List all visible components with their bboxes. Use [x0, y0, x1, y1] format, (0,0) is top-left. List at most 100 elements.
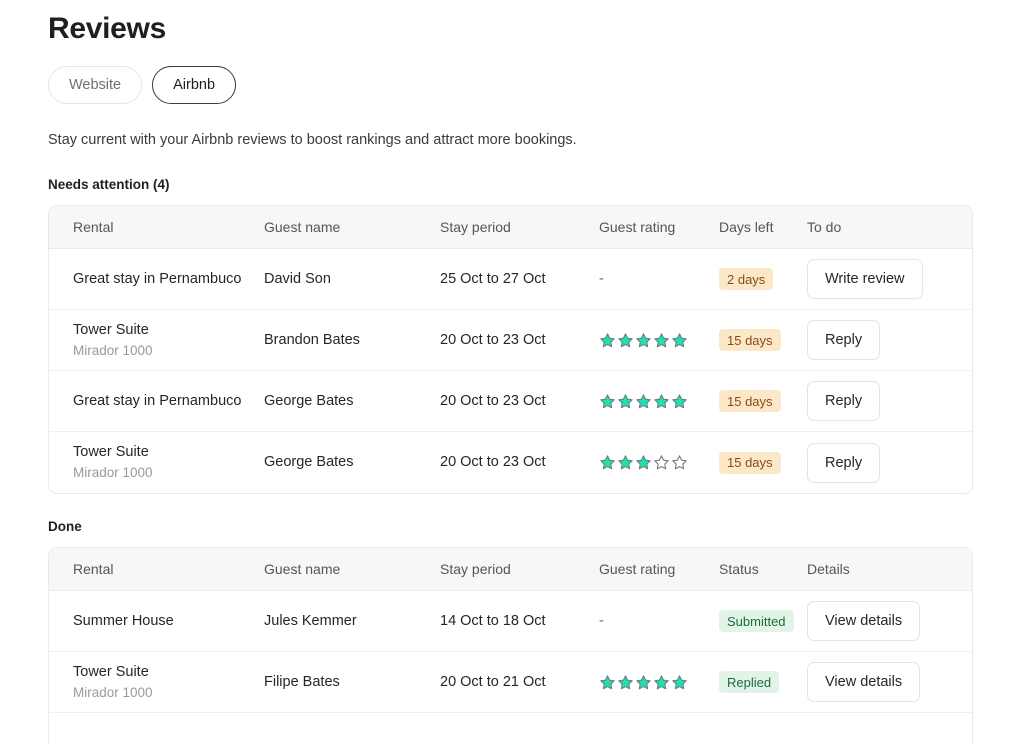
cell-action: Reply	[807, 442, 952, 483]
cell-rental: Great stay in Pernambuco	[49, 270, 264, 289]
cell-guest-name: George Bates	[264, 454, 354, 470]
cell-guest-name: George Bates	[264, 392, 354, 409]
rental-name: Tower Suite	[73, 321, 149, 338]
cell-guest-name: Jules Kemmer	[264, 612, 357, 629]
needs-attention-table: Rental Guest name Stay period Guest rati…	[48, 205, 973, 494]
cell-guest-name: David Son	[264, 270, 331, 287]
todo-button[interactable]: Reply	[807, 381, 881, 421]
done-table-header: Rental Guest name Stay period Guest rati…	[49, 548, 972, 591]
tab-airbnb[interactable]: Airbnb	[152, 66, 237, 104]
star-icon	[600, 674, 615, 689]
table-row[interactable]: Tower Suite Mirador 1000 George Bates 20 Oc…	[49, 432, 972, 493]
view-details-button[interactable]: View details	[807, 601, 921, 641]
star-icon	[672, 674, 687, 689]
cell-rental: Great stay in Pernambuco	[49, 392, 264, 411]
column-header-guest-name: Guest name	[264, 561, 341, 577]
rating-stars	[599, 393, 719, 410]
star-icon	[618, 674, 633, 689]
star-icon	[618, 393, 633, 408]
column-header-to-do: To do	[807, 219, 842, 235]
cell-rental: Tower Suite Mirador 1000	[49, 321, 264, 360]
star-icon	[654, 455, 669, 470]
page-title: Reviews	[48, 12, 166, 45]
needs-attention-table-body: Great stay in Pernambuco David Son 25 Oct …	[49, 249, 972, 493]
status-badge: 15 days	[719, 451, 781, 474]
star-icon	[654, 332, 669, 347]
page-subtitle: Stay current with your Airbnb reviews to…	[48, 132, 577, 148]
needs-attention-table-header: Rental Guest name Stay period Guest rati…	[49, 206, 972, 249]
reviews-page: Reviews Website Airbnb Stay current with…	[0, 0, 1024, 744]
table-row[interactable]: Great stay in Pernambuco George Bates 20 O…	[49, 371, 972, 432]
done-table: Rental Guest name Stay period Guest rati…	[48, 547, 973, 744]
star-icon	[600, 332, 615, 347]
rating-empty: -	[599, 613, 604, 629]
view-details-button[interactable]: View details	[807, 662, 921, 702]
cell-action: Write review	[807, 259, 952, 299]
star-icon	[600, 455, 615, 470]
todo-button[interactable]: Reply	[807, 320, 881, 360]
cell-status: Submitted	[719, 610, 807, 632]
rental-name: Great stay in Pernambuco	[73, 270, 242, 287]
cell-stay-period: 20 Oct to 21 Oct	[440, 673, 546, 690]
cell-stay-period: 14 Oct to 18 Oct	[440, 612, 546, 629]
star-icon	[672, 332, 687, 347]
todo-button[interactable]: Write review	[807, 259, 923, 299]
rental-name: Summer House	[73, 612, 174, 629]
cell-rental: Summer House	[49, 612, 264, 631]
column-header-rental: Rental	[73, 219, 114, 235]
table-row[interactable]: Great stay in Pernambuco David Son 25 Oct …	[49, 249, 972, 310]
cell-stay-period: 20 Oct to 23 Oct	[440, 331, 546, 348]
cell-guest-name: Brandon Bates	[264, 331, 360, 348]
star-icon	[636, 393, 651, 408]
cell-guest-rating: -	[599, 270, 719, 288]
cell-guest-rating	[599, 393, 719, 410]
cell-guest-name: Filipe Bates	[264, 673, 340, 690]
needs-attention-heading: Needs attention (4)	[48, 177, 170, 192]
star-icon	[654, 393, 669, 408]
channel-tabs: Website Airbnb	[48, 66, 1024, 104]
cell-days-left: 2 days	[719, 268, 807, 290]
status-badge: Submitted	[719, 610, 794, 632]
rental-sublabel: Mirador 1000	[73, 684, 153, 700]
cell-stay-period: 20 Oct to 23 Oct	[440, 454, 546, 470]
table-row[interactable]: Tower Suite Mirador 1000 Filipe Bates 20 Oc…	[49, 652, 972, 713]
cell-stay-period: 25 Oct to 27 Oct	[440, 270, 546, 287]
done-heading: Done	[48, 519, 82, 534]
star-icon	[636, 332, 651, 347]
tab-airbnb-label: Airbnb	[173, 77, 216, 93]
rental-sublabel: Mirador 1000	[73, 342, 153, 358]
column-header-days-left: Days left	[719, 219, 774, 235]
todo-button[interactable]: Reply	[807, 442, 881, 483]
rental-sublabel: Mirador 1000	[73, 465, 153, 480]
status-badge: 2 days	[719, 268, 774, 290]
rating-empty: -	[599, 271, 604, 287]
cell-status: Replied	[719, 671, 807, 693]
star-icon	[654, 674, 669, 689]
cell-action: View details	[807, 662, 952, 702]
status-badge: Replied	[719, 671, 780, 693]
column-header-status: Status	[719, 561, 759, 577]
cell-rental: Tower Suite Mirador 1000	[49, 663, 264, 702]
star-icon	[618, 455, 633, 470]
cell-guest-rating	[599, 332, 719, 349]
table-row[interactable]	[49, 713, 972, 744]
rating-stars	[599, 454, 719, 471]
cell-guest-rating	[599, 454, 719, 471]
cell-days-left: 15 days	[719, 451, 807, 474]
column-header-rental: Rental	[73, 561, 114, 577]
star-icon	[618, 332, 633, 347]
table-row[interactable]: Summer House Jules Kemmer 14 Oct to 18 Oct…	[49, 591, 972, 652]
column-header-stay-period: Stay period	[440, 561, 511, 577]
cell-rental: Tower Suite Mirador 1000	[49, 443, 264, 482]
cell-days-left: 15 days	[719, 390, 807, 412]
column-header-guest-name: Guest name	[264, 219, 341, 235]
tab-website-label: Website	[69, 77, 122, 93]
table-row[interactable]: Tower Suite Mirador 1000 Brandon Bates 20 O…	[49, 310, 972, 371]
rental-name: Tower Suite	[73, 663, 149, 680]
cell-days-left: 15 days	[719, 329, 807, 351]
cell-action: Reply	[807, 381, 952, 421]
cell-action: View details	[807, 601, 952, 641]
cell-guest-rating: -	[599, 612, 719, 630]
cell-stay-period: 20 Oct to 23 Oct	[440, 392, 546, 409]
tab-website[interactable]: Website	[48, 66, 143, 104]
